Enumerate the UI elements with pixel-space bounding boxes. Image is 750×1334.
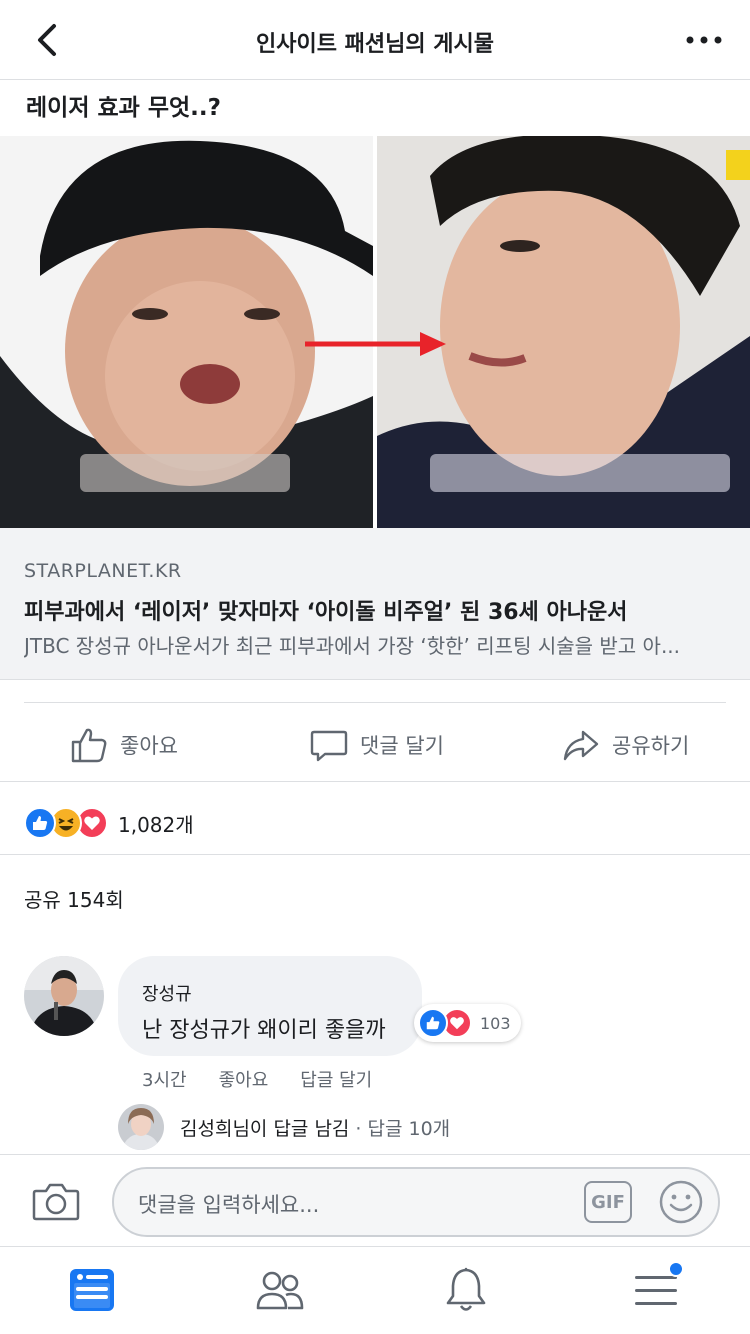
- avatar[interactable]: [24, 956, 104, 1036]
- divider: [0, 854, 750, 855]
- comment-time: 3시간: [142, 1070, 187, 1091]
- nav-friends[interactable]: [250, 1265, 310, 1319]
- link-preview[interactable]: STARPLANET.KR 피부과에서 ‘레이저’ 맞자마자 ‘아이돌 비주얼’…: [0, 528, 750, 680]
- share-button[interactable]: 공유하기: [562, 718, 689, 772]
- avatar: [118, 1104, 164, 1150]
- divider: [0, 781, 750, 782]
- comment-reply-link[interactable]: 답글 달기: [300, 1066, 372, 1092]
- reaction-count: 1,082개: [118, 812, 194, 837]
- thumbs-up-icon: [70, 726, 108, 764]
- gif-button[interactable]: GIF: [584, 1181, 632, 1223]
- nav-menu[interactable]: [626, 1261, 686, 1319]
- like-icon: [24, 807, 56, 839]
- comment-text: 난 장성규가 왜이리 좋을까: [142, 1018, 386, 1043]
- camera-icon[interactable]: [32, 1181, 80, 1221]
- comment-like-link[interactable]: 좋아요: [219, 1066, 269, 1092]
- link-description: JTBC 장성규 아나운서가 최근 피부과에서 가장 ‘핫한’ 리프팅 시술을 …: [24, 634, 681, 658]
- post-text: 레이저 효과 무엇..?: [26, 95, 221, 121]
- share-arrow-icon: [562, 726, 600, 764]
- share-label: 공유하기: [612, 734, 690, 758]
- nav-notifications[interactable]: [436, 1265, 496, 1319]
- news-feed-icon: [68, 1267, 116, 1317]
- comment-reaction-summary[interactable]: 103: [414, 1004, 521, 1042]
- nav-news-feed[interactable]: [62, 1265, 122, 1319]
- like-label: 좋아요: [120, 734, 178, 758]
- comment-button[interactable]: 댓글 달기: [310, 718, 444, 772]
- bottom-nav: [0, 1246, 750, 1334]
- comment-reaction-count: 103: [480, 1013, 511, 1033]
- action-bar: 좋아요 댓글 달기 공유하기: [0, 718, 750, 772]
- reaction-summary[interactable]: 1,082개: [24, 806, 194, 840]
- comment-meta: 3시간 좋아요 답글 달기: [142, 1066, 372, 1092]
- friends-icon: [255, 1268, 305, 1316]
- link-title: 피부과에서 ‘레이저’ 맞자마자 ‘아이돌 비주얼’ 된 36세 아나운서: [24, 600, 628, 625]
- hamburger-menu-icon: [633, 1270, 679, 1314]
- speech-bubble-icon: [310, 726, 348, 764]
- bell-icon: [444, 1266, 488, 1318]
- header-bar: 인사이트 패션님의 게시물: [0, 0, 750, 80]
- like-icon: [418, 1008, 448, 1038]
- comment-author[interactable]: 장성규: [142, 980, 192, 1006]
- notification-dot: [668, 1261, 684, 1277]
- comment-label: 댓글 달기: [360, 734, 444, 758]
- share-count[interactable]: 공유 154회: [24, 884, 124, 913]
- comment-input[interactable]: 댓글을 입력하세요... GIF: [112, 1167, 720, 1237]
- link-preview-image[interactable]: [0, 136, 750, 528]
- more-options-icon[interactable]: [684, 28, 724, 52]
- comment-input-placeholder: 댓글을 입력하세요...: [138, 1193, 320, 1217]
- divider: [24, 702, 726, 703]
- comment-bubble[interactable]: 장성규 난 장성규가 왜이리 좋을까: [118, 956, 422, 1056]
- page-title: 인사이트 패션님의 게시물: [256, 32, 494, 57]
- link-domain: STARPLANET.KR: [24, 560, 182, 582]
- like-button[interactable]: 좋아요: [70, 718, 178, 772]
- comment-composer: 댓글을 입력하세요... GIF: [0, 1154, 750, 1246]
- reply-summary[interactable]: 김성희님이 답글 남김 · 답글 10개: [118, 1104, 450, 1150]
- emoji-icon[interactable]: [658, 1179, 704, 1225]
- reply-text: 김성희님이 답글 남김: [180, 1117, 350, 1140]
- reply-count: · 답글 10개: [355, 1117, 451, 1140]
